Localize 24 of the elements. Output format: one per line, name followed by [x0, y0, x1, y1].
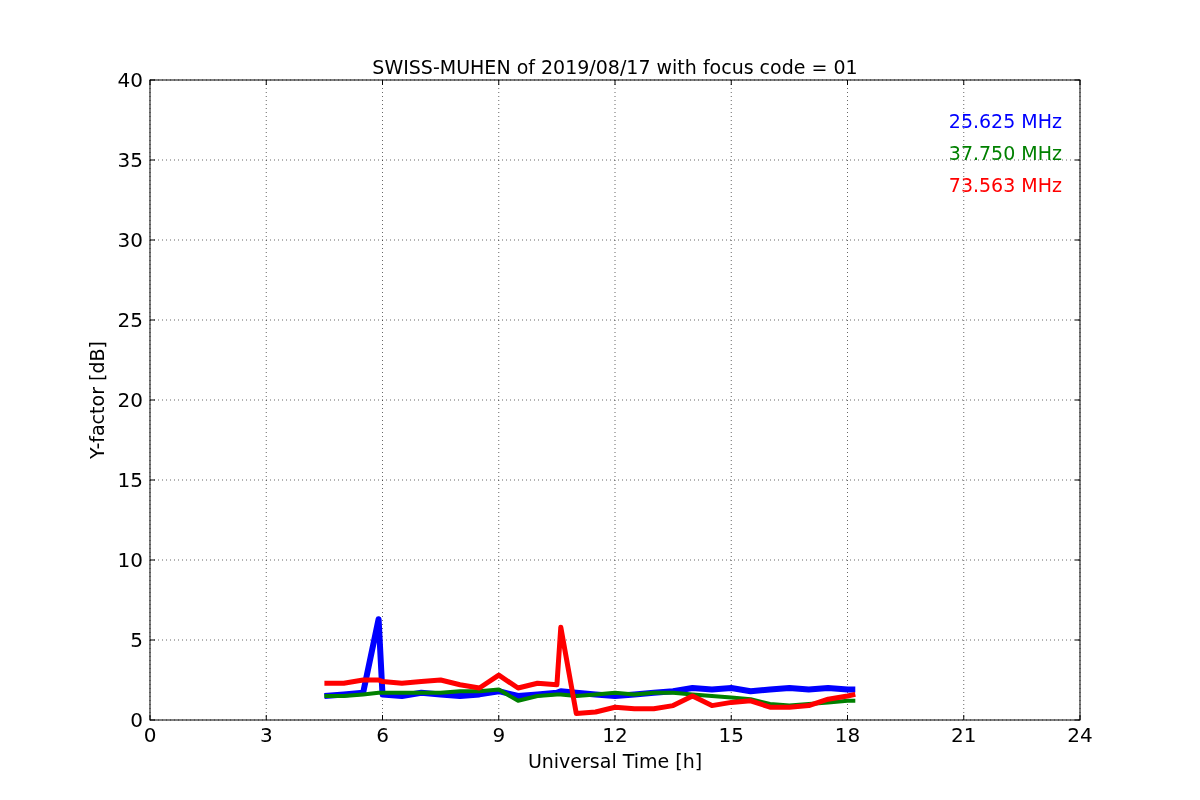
tick-label: 30 — [117, 228, 143, 252]
axis-label: Y-factor [dB] — [86, 341, 108, 459]
tick-label: 12 — [602, 723, 628, 747]
legend-label: 73.563 MHz — [948, 174, 1062, 196]
tick-label: 5 — [130, 628, 143, 652]
tick-label: 18 — [834, 723, 861, 747]
tick-label: 0 — [130, 708, 143, 732]
tick-label: 35 — [117, 148, 143, 172]
legend-label: 37.750 MHz — [948, 142, 1062, 164]
tick-label: 10 — [117, 548, 143, 572]
tick-label: 24 — [1067, 723, 1093, 747]
tick-label: 6 — [376, 723, 389, 747]
tick-label: 9 — [492, 723, 506, 747]
tick-label: 20 — [117, 388, 143, 412]
tick-label: 40 — [117, 68, 143, 92]
tick-label: 21 — [951, 723, 977, 747]
tick-label: 3 — [259, 723, 273, 747]
chart-title: SWISS-MUHEN of 2019/08/17 with focus code = 01 — [372, 56, 858, 78]
legend-label: 25.625 MHz — [948, 110, 1062, 132]
axis-label: Universal Time [h] — [527, 750, 703, 772]
tick-label: 25 — [117, 308, 143, 332]
tick-label: 15 — [117, 468, 143, 492]
tick-label: 15 — [718, 723, 744, 747]
tick-label: 0 — [143, 723, 157, 747]
